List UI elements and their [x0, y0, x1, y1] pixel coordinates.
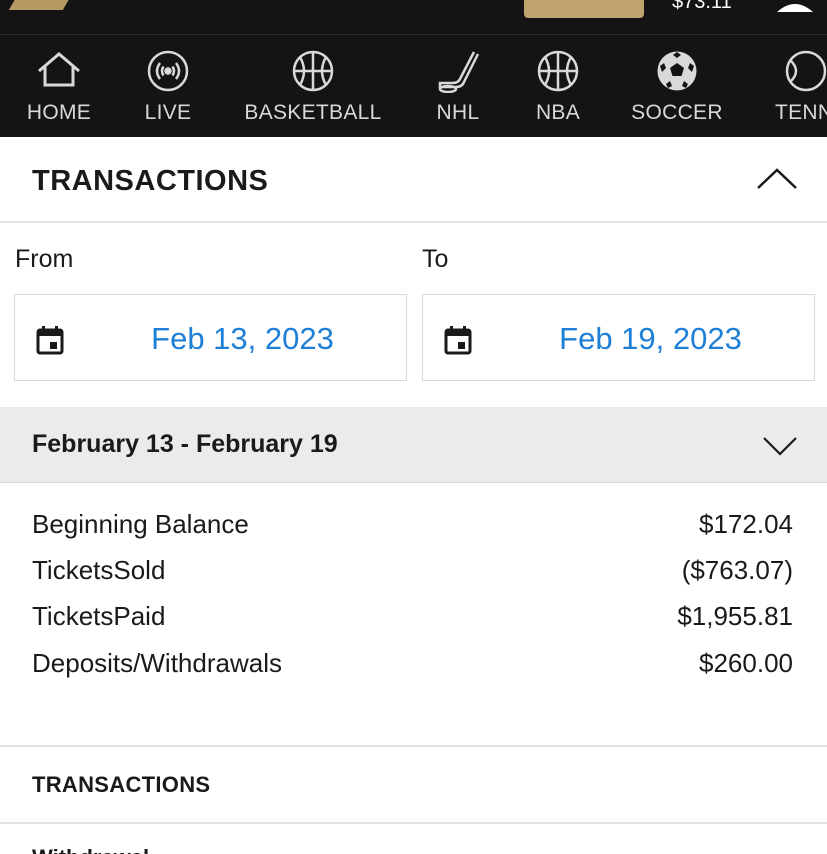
transactions-list-title: TRANSACTIONS: [32, 772, 211, 797]
nav-label-live: LIVE: [144, 101, 192, 124]
to-date-picker[interactable]: Feb 19, 2023: [422, 294, 815, 381]
nav-item-nba[interactable]: NBA: [531, 35, 585, 137]
sport-nav: HOME LIVE BASKETBALL NHL NBA SOCCER TEN: [0, 34, 827, 137]
summary-row-deposits-withdrawals: Deposits/Withdrawals $260.00: [32, 648, 793, 688]
summary-row-tickets-sold: TicketsSold ($763.07): [32, 555, 793, 595]
summary-label: Deposits/Withdrawals: [32, 648, 282, 678]
nav-item-soccer[interactable]: SOCCER: [631, 35, 723, 137]
nav-item-tennis[interactable]: TENN: [772, 35, 827, 137]
divider: [0, 822, 827, 824]
summary-value: $260.00: [699, 648, 793, 678]
summary-label: TicketsPaid: [32, 601, 166, 631]
page-title: TRANSACTIONS: [32, 165, 269, 197]
summary-value: $172.04: [699, 509, 793, 539]
to-label: To: [422, 245, 449, 273]
nav-item-nhl[interactable]: NHL: [432, 35, 484, 137]
hockey-stick-icon: [434, 48, 482, 94]
from-date-picker[interactable]: Feb 13, 2023: [14, 294, 407, 381]
to-date-value: Feb 19, 2023: [559, 321, 742, 356]
summary-row-beginning-balance: Beginning Balance $172.04: [32, 509, 793, 549]
summary-value: ($763.07): [681, 555, 793, 585]
from-date-value: Feb 13, 2023: [151, 321, 334, 356]
nav-label-home: HOME: [26, 101, 92, 124]
tennis-ball-icon: [782, 48, 827, 94]
nav-label-nhl: NHL: [436, 101, 480, 124]
nav-label-nba: NBA: [535, 101, 581, 124]
period-title: February 13 - February 19: [32, 430, 338, 458]
nav-label-basketball: BASKETBALL: [244, 101, 382, 124]
user-icon[interactable]: [774, 0, 816, 12]
chevron-up-icon[interactable]: [755, 167, 799, 191]
nav-item-basketball[interactable]: BASKETBALL: [244, 35, 382, 137]
account-balance[interactable]: $73.11: [672, 0, 732, 14]
deposit-button[interactable]: [524, 0, 644, 18]
nav-item-home[interactable]: HOME: [22, 35, 96, 137]
divider: [0, 745, 827, 747]
top-header: $73.11: [0, 0, 827, 34]
summary-label: TicketsSold: [32, 555, 166, 585]
chevron-down-icon[interactable]: [762, 435, 798, 457]
transactions-header[interactable]: TRANSACTIONS: [0, 137, 827, 223]
nav-label-tennis: TENN: [775, 101, 827, 124]
basketball-icon: [289, 48, 337, 94]
from-label: From: [15, 245, 74, 273]
nav-item-live[interactable]: LIVE: [134, 35, 202, 137]
nav-label-soccer: SOCCER: [631, 101, 723, 124]
soccer-ball-icon: [653, 48, 701, 94]
basketball-icon: [534, 48, 582, 94]
summary-row-tickets-paid: TicketsPaid $1,955.81: [32, 601, 793, 641]
summary-value: $1,955.81: [677, 601, 793, 631]
home-icon: [35, 48, 83, 94]
summary-label: Beginning Balance: [32, 509, 249, 539]
transaction-item-partial[interactable]: Withdrawal: [32, 845, 149, 854]
brand-logo[interactable]: [8, 0, 74, 10]
period-header[interactable]: February 13 - February 19: [0, 407, 827, 483]
live-broadcast-icon: [144, 48, 192, 94]
